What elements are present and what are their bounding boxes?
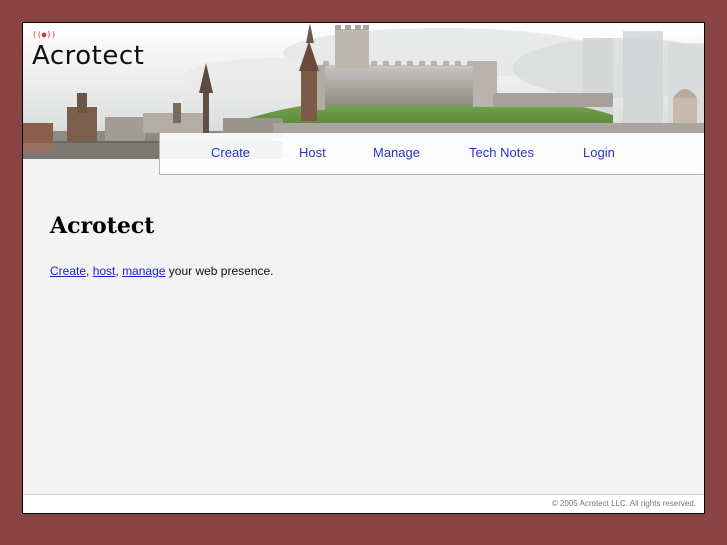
logo[interactable]: ((●)) Acrotect — [32, 30, 157, 84]
manage-link[interactable]: manage — [122, 264, 165, 278]
create-link[interactable]: Create — [50, 264, 86, 278]
nav-host[interactable]: Host — [299, 145, 326, 160]
tagline: Create, host, manage your web presence. — [50, 264, 274, 278]
page-frame: ((●)) Acrotect Create Host Manage Tech N… — [22, 22, 705, 514]
nav-login[interactable]: Login — [583, 145, 615, 160]
tagline-text: your web presence. — [165, 264, 274, 278]
nav-manage[interactable]: Manage — [373, 145, 420, 160]
nav-tech-notes[interactable]: Tech Notes — [469, 145, 534, 160]
copyright-text: © 2005 Acrotect LLC. All rights reserved… — [551, 499, 696, 508]
tagline-separator: , — [86, 264, 93, 278]
signal-marks: ((●)) — [32, 30, 57, 39]
logo-wordmark: Acrotect — [32, 41, 145, 71]
footer: © 2005 Acrotect LLC. All rights reserved… — [23, 494, 704, 513]
nav-create[interactable]: Create — [211, 145, 250, 160]
page-title: Acrotect — [50, 213, 155, 239]
host-link[interactable]: host — [93, 264, 116, 278]
main-nav: Create Host Manage Tech Notes Login — [159, 133, 704, 175]
